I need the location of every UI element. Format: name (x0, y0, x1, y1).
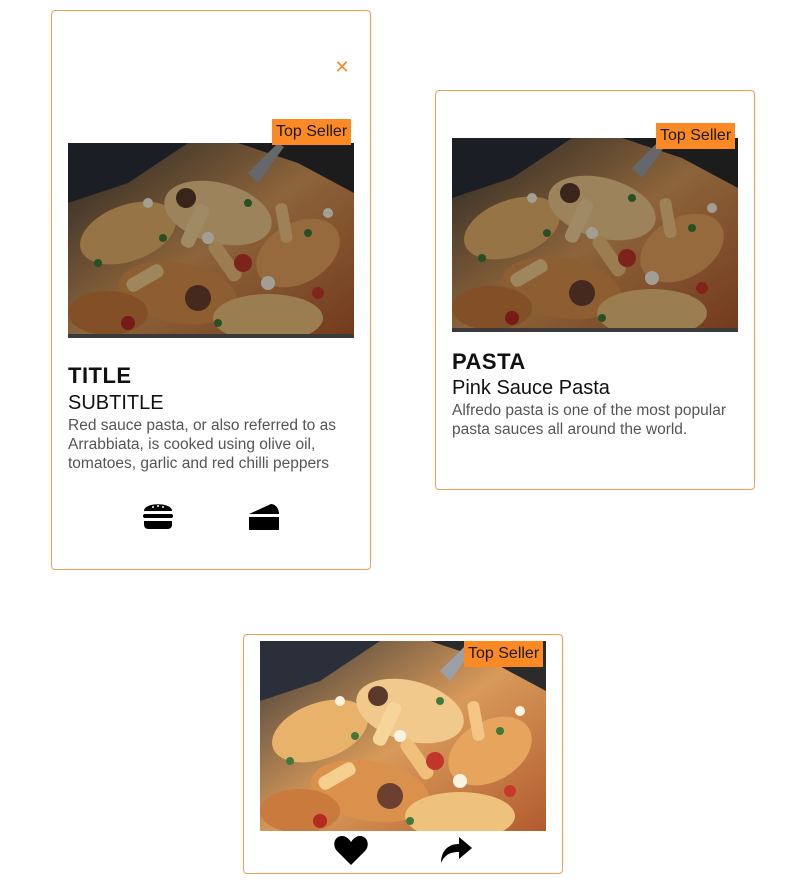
close-icon[interactable]: ✕ (334, 58, 350, 76)
card-title: TITLE (68, 363, 132, 388)
cake-slice-icon[interactable] (247, 500, 281, 530)
top-seller-badge: Top Seller (656, 123, 736, 149)
card-title: PASTA (452, 349, 526, 374)
top-seller-badge: Top Seller (464, 641, 544, 667)
share-icon[interactable] (439, 835, 473, 865)
product-card-pasta: Top Seller PASTA Pink Sauce Pasta Alfred… (435, 90, 755, 490)
card-description: Alfredo pasta is one of the most popular… (452, 402, 726, 438)
burger-icon[interactable] (141, 499, 175, 531)
pasta-image (68, 143, 354, 338)
pasta-image (452, 138, 738, 332)
product-card-compact: Top Seller (243, 634, 563, 874)
card-subtitle: Pink Sauce Pasta (452, 377, 610, 399)
card-subtitle: SUBTITLE (68, 392, 164, 414)
card-description: Red sauce pasta, or also referred to as … (68, 417, 336, 472)
pasta-image (260, 641, 546, 831)
product-card-expanded: ✕ Top Seller TITLE SUBTITLE Red sauce pa… (51, 10, 371, 570)
top-seller-badge: Top Seller (272, 119, 352, 145)
heart-icon[interactable] (333, 834, 369, 866)
